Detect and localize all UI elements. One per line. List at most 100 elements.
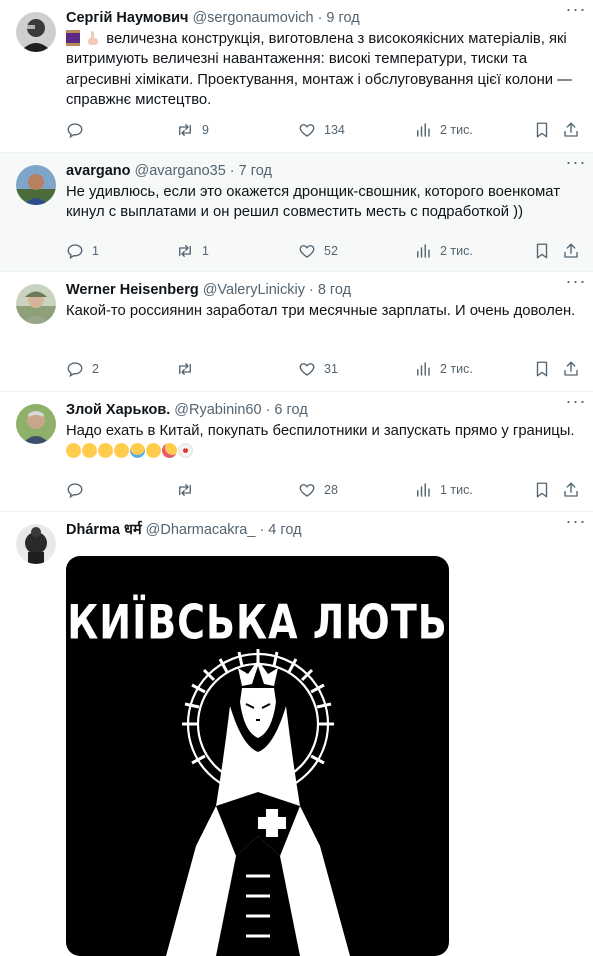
share-icon [564, 361, 578, 376]
tweet-media-image[interactable]: КИЇВСЬКА ЛЮТЬ [66, 556, 449, 956]
grin-emoji-icon [146, 443, 161, 459]
more-icon[interactable]: ··· [563, 0, 589, 24]
views-button[interactable]: 2 тис. [414, 240, 473, 262]
avatar[interactable] [16, 284, 56, 324]
reply-button[interactable]: 2 [66, 358, 99, 380]
display-name[interactable]: avargano [66, 161, 130, 181]
like-count: 28 [324, 483, 338, 497]
retweet-icon [179, 484, 191, 496]
avatar[interactable] [16, 524, 56, 564]
tweet-content: avargano @avargano35 · 7 год Не удивлюсь… [66, 161, 581, 223]
avatar[interactable] [16, 165, 56, 205]
share-icon [564, 122, 578, 137]
tweet-text: величезна конструкція, виготовлена з вис… [66, 29, 581, 110]
like-button[interactable]: 52 [298, 240, 338, 262]
more-icon[interactable]: ··· [563, 512, 589, 536]
more-icon[interactable]: ··· [563, 153, 589, 177]
views-icon [417, 483, 430, 497]
retweet-icon [179, 124, 191, 136]
views-icon [417, 244, 430, 258]
reply-count: 1 [92, 244, 99, 258]
avatar[interactable] [16, 12, 56, 52]
tweet-text: Не удивлюсь, если это окажется дронщик-с… [66, 184, 560, 221]
bookmark-icon [536, 361, 548, 377]
poster-illustration [166, 649, 350, 956]
like-button[interactable]: 134 [298, 119, 345, 141]
separator-dot: · [309, 282, 314, 298]
user-handle[interactable]: @ValeryLinickiy [203, 280, 305, 300]
retweet-icon [179, 245, 191, 257]
user-handle[interactable]: @sergonaumovich [192, 8, 313, 28]
user-handle[interactable]: @Dharmacakra_ [146, 520, 256, 540]
more-icon[interactable]: ··· [563, 272, 589, 296]
bookmark-icon [536, 122, 548, 138]
views-button[interactable]: 2 тис. [414, 358, 473, 380]
tweet-text: Какой-то россиянин заработал три месячны… [66, 303, 576, 319]
like-icon [299, 245, 315, 258]
grinning-emoji-icon [82, 443, 97, 459]
pointing-hand-emoji-icon [86, 30, 100, 46]
like-button[interactable]: 31 [298, 358, 338, 380]
like-icon [299, 484, 315, 497]
tweet-actions: 2 31 2 тис. [66, 358, 585, 380]
reply-tweet[interactable]: Werner Heisenberg @ValeryLinickiy · 8 го… [0, 272, 593, 392]
reply-tweet[interactable]: Злой Харьков. @Ryabinin60 · 6 год Надо е… [0, 392, 593, 512]
reply-count: 2 [92, 362, 99, 376]
timestamp[interactable]: 4 год [268, 520, 301, 540]
display-name[interactable]: Сергій Наумович [66, 8, 188, 28]
bookmark-button[interactable] [533, 240, 551, 262]
timestamp[interactable]: 7 год [239, 161, 272, 181]
share-icon [564, 243, 578, 258]
bookmark-button[interactable] [533, 358, 551, 380]
tweet-header: Dhárma धर्म @Dharmacakra_ · 4 год [66, 520, 581, 540]
tweet-header: Злой Харьков. @Ryabinin60 · 6 год [66, 400, 581, 420]
retweet-button[interactable] [176, 358, 194, 380]
timestamp[interactable]: 6 год [274, 400, 307, 420]
bookmark-button[interactable] [533, 479, 551, 501]
reply-button[interactable] [66, 479, 84, 501]
emoji-row [63, 440, 193, 461]
share-button[interactable] [562, 240, 580, 262]
reply-tweet[interactable]: avargano @avargano35 · 7 год Не удивлюсь… [0, 153, 593, 272]
tweet-actions: 1 1 52 2 тис. [66, 240, 585, 262]
view-count: 2 тис. [440, 244, 473, 258]
retweet-count: 9 [202, 123, 209, 137]
tweet-header: avargano @avargano35 · 7 год [66, 161, 581, 181]
display-name[interactable]: Werner Heisenberg [66, 280, 199, 300]
retweet-button[interactable]: 9 [176, 119, 209, 141]
separator-dot: · [259, 522, 265, 538]
bookmark-icon [536, 482, 548, 498]
separator-dot: · [229, 163, 235, 179]
spool-emoji-icon [66, 30, 80, 46]
reply-button[interactable] [66, 119, 84, 141]
views-button[interactable]: 2 тис. [414, 119, 473, 141]
user-handle[interactable]: @Ryabinin60 [174, 400, 261, 420]
bookmark-button[interactable] [533, 119, 551, 141]
tweet-text: Надо ехать в Китай, покупать беспилотник… [63, 421, 581, 462]
tweet-content: Dhárma धर्म @Dharmacakra_ · 4 год [66, 520, 581, 540]
display-name[interactable]: Злой Харьков. [66, 400, 170, 420]
share-button[interactable] [562, 479, 580, 501]
display-name[interactable]: Dhárma धर्म [66, 520, 142, 540]
more-icon[interactable]: ··· [563, 392, 589, 416]
timestamp[interactable]: 8 год [318, 280, 351, 300]
views-button[interactable]: 1 тис. [414, 479, 473, 501]
tears-of-joy-emoji-icon [130, 443, 145, 459]
reply-icon [67, 362, 83, 378]
reply-button[interactable]: 1 [66, 240, 99, 262]
bookmark-icon [536, 243, 548, 259]
reply-tweet[interactable]: Сергій Наумович @sergonaumovich · 9 год … [0, 0, 593, 153]
timestamp[interactable]: 9 год [326, 8, 359, 28]
like-button[interactable]: 28 [298, 479, 338, 501]
avatar[interactable] [16, 404, 56, 444]
tweet-content: Сергій Наумович @sergonaumovich · 9 год … [66, 8, 581, 110]
share-button[interactable] [562, 358, 580, 380]
share-button[interactable] [562, 119, 580, 141]
like-count: 134 [324, 123, 345, 137]
user-handle[interactable]: @avargano35 [134, 161, 225, 181]
laughing-emoji-icon [98, 443, 113, 459]
retweet-button[interactable]: 1 [176, 240, 209, 262]
clown-emoji-icon [178, 443, 193, 459]
tweet-header: Werner Heisenberg @ValeryLinickiy · 8 го… [66, 280, 581, 300]
retweet-button[interactable] [176, 479, 194, 501]
